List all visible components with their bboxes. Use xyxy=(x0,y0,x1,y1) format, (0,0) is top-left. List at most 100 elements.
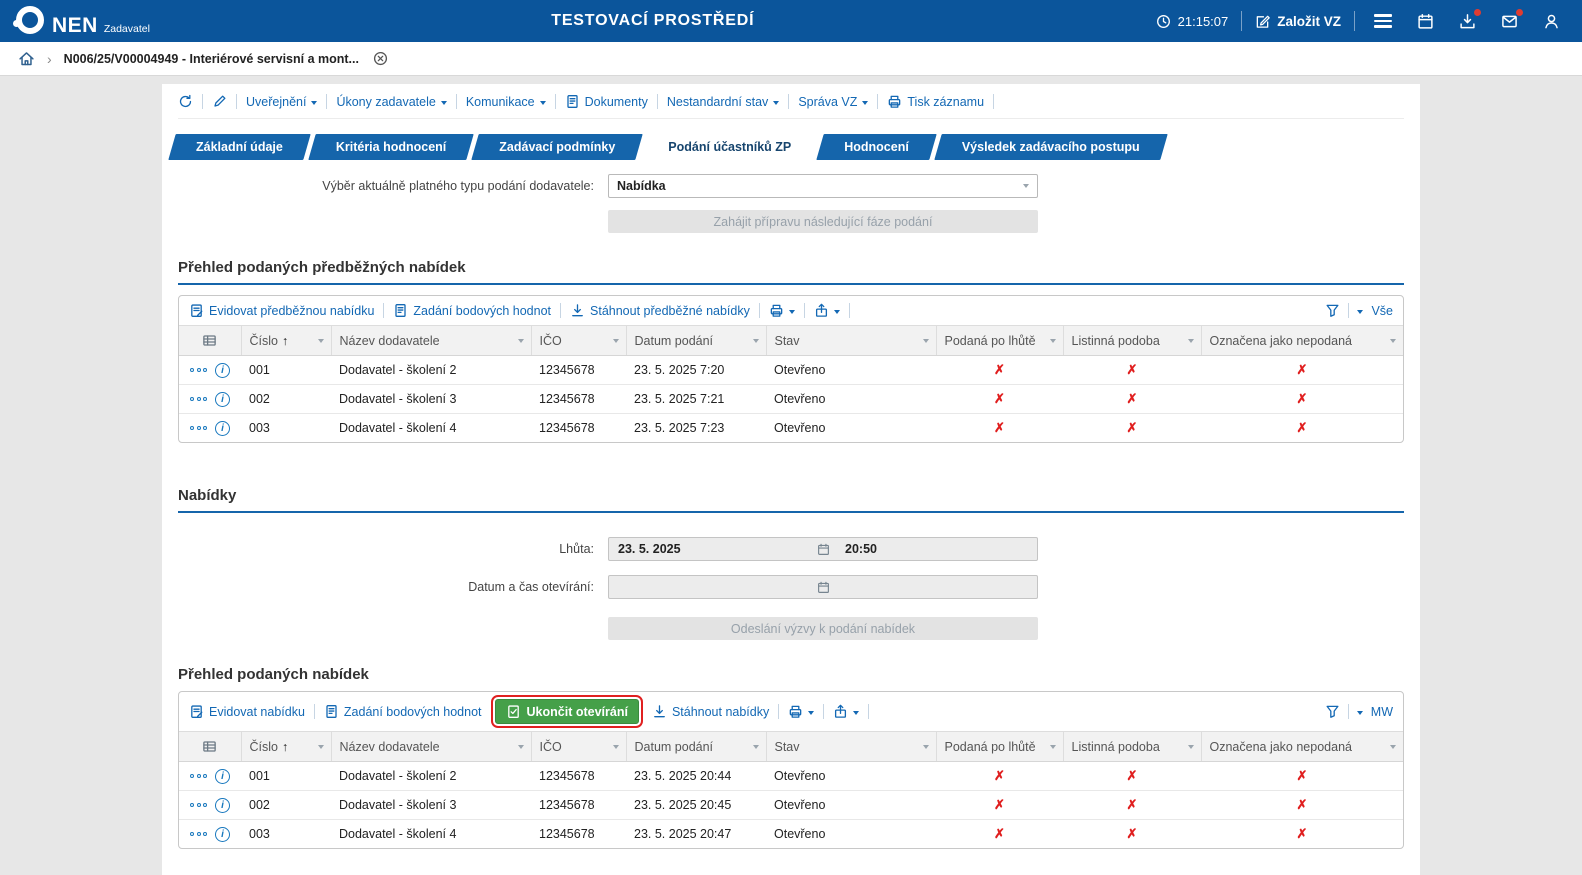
cell-not-submitted-flag: ✗ xyxy=(1296,826,1308,841)
info-icon[interactable]: i xyxy=(215,391,230,407)
messages-icon[interactable] xyxy=(1501,8,1523,30)
start-next-phase-button[interactable]: Zahájit přípravu následující fáze podání xyxy=(608,210,1038,233)
table-row[interactable]: i 002 Dodavatel - školení 3 12345678 23.… xyxy=(179,384,1403,414)
tab-vysledek-zadavaciho-postupu[interactable]: Výsledek zadávacího postupu xyxy=(938,134,1164,160)
col-header-podana-po-lhute[interactable]: Podaná po lhůtě xyxy=(935,325,1063,356)
export-button[interactable] xyxy=(814,303,840,318)
cell-supplier: Dodavatel - školení 4 xyxy=(339,827,457,841)
cell-not-submitted-flag: ✗ xyxy=(1201,384,1403,414)
col-header-cislo[interactable]: Číslo ↑ xyxy=(240,325,331,356)
cell-supplier: Dodavatel - školení 3 xyxy=(331,790,531,820)
tab-hodnoceni[interactable]: Hodnocení xyxy=(820,134,933,160)
info-icon[interactable]: i xyxy=(215,768,230,784)
col-header-nazev-dodavatele[interactable]: Název dodavatele xyxy=(330,731,531,762)
calendar-icon[interactable] xyxy=(810,581,836,594)
menu-icon[interactable] xyxy=(1374,14,1392,28)
col-header-ico[interactable]: IČO xyxy=(530,325,626,356)
view-filter-label[interactable]: MW xyxy=(1371,705,1393,719)
col-header-datum-podani[interactable]: Datum podání xyxy=(625,325,766,356)
row-menu-icon[interactable] xyxy=(190,774,207,778)
end-opening-button[interactable]: Ukončit otevírání xyxy=(494,699,639,724)
table-row[interactable]: i 001 Dodavatel - školení 2 12345678 23.… xyxy=(179,761,1403,791)
register-offer-button[interactable]: Evidovat nabídku xyxy=(189,704,305,719)
submission-type-select[interactable]: Nabídka xyxy=(608,174,1038,198)
menu-komunikace[interactable]: Komunikace xyxy=(466,95,546,109)
nen-logo[interactable]: NEN Zadavatel xyxy=(13,6,150,36)
table-row[interactable]: i 003 Dodavatel - školení 4 12345678 23.… xyxy=(179,414,1403,443)
chevron-down-icon xyxy=(1023,184,1029,188)
row-menu-icon[interactable] xyxy=(190,832,207,836)
divider xyxy=(1347,704,1349,719)
edit-icon[interactable] xyxy=(212,94,227,109)
row-menu-icon[interactable] xyxy=(190,368,207,372)
menu-sprava-vz[interactable]: Správa VZ xyxy=(798,95,869,109)
downloads-icon[interactable] xyxy=(1459,8,1481,30)
chevron-down-icon xyxy=(922,744,929,749)
col-header-stav[interactable]: Stav xyxy=(765,731,936,762)
close-tab-icon[interactable] xyxy=(373,51,388,66)
nen-logo-icon xyxy=(13,6,44,34)
history-icon[interactable] xyxy=(178,94,193,109)
filter-icon[interactable] xyxy=(1325,303,1340,318)
tab-podani-ucastniku-zp[interactable]: Podání účastníků ZP xyxy=(644,134,815,160)
user-icon[interactable] xyxy=(1543,13,1560,30)
home-icon[interactable] xyxy=(18,50,35,67)
col-header-oznacena-jako-nepodana[interactable]: Označena jako nepodaná xyxy=(1200,731,1403,762)
col-header-oznacena-jako-nepodana[interactable]: Označena jako nepodaná xyxy=(1200,325,1403,356)
print-button[interactable] xyxy=(769,303,795,318)
col-header-ico[interactable]: IČO xyxy=(530,731,626,762)
tab-zakladni-udaje[interactable]: Základní údaje xyxy=(172,134,307,160)
enter-score-values-button[interactable]: Zadání bodových hodnot xyxy=(324,704,482,719)
menu-tisk-zaznamu[interactable]: Tisk záznamu xyxy=(887,94,984,109)
chevron-down-icon xyxy=(752,744,759,749)
opening-datetime-field[interactable] xyxy=(608,575,1038,599)
register-prelim-offer-button[interactable]: Evidovat předběžnou nabídku xyxy=(189,303,374,318)
main-panel: Uveřejnění Úkony zadavatele Komunikace D… xyxy=(162,84,1420,875)
sort-asc-icon: ↑ xyxy=(281,333,289,348)
divider xyxy=(868,704,870,719)
deadline-time-value[interactable]: 20:50 xyxy=(836,542,1037,556)
info-icon[interactable]: i xyxy=(215,362,230,378)
calendar-icon[interactable] xyxy=(1417,13,1434,30)
chevron-down-icon xyxy=(317,744,324,749)
deadline-field[interactable]: 23. 5. 2025 20:50 xyxy=(608,537,1038,561)
row-menu-icon[interactable] xyxy=(190,426,207,430)
download-offers-button[interactable]: Stáhnout nabídky xyxy=(652,704,769,719)
info-icon[interactable]: i xyxy=(215,826,230,842)
col-header-datum-podani[interactable]: Datum podání xyxy=(625,731,766,762)
col-header-listinna-podoba[interactable]: Listinná podoba xyxy=(1062,325,1201,356)
create-vz-button[interactable]: Založit VZ xyxy=(1255,14,1341,29)
calendar-icon[interactable] xyxy=(810,543,836,556)
info-icon[interactable]: i xyxy=(215,797,230,813)
menu-nestandardni-stav[interactable]: Nestandardní stav xyxy=(667,95,780,109)
export-button[interactable] xyxy=(833,704,860,719)
chevron-down-icon xyxy=(1049,744,1056,749)
menu-ukony-zadavatele[interactable]: Úkony zadavatele xyxy=(336,95,447,109)
row-menu-icon[interactable] xyxy=(190,397,207,401)
table-row[interactable]: i 001 Dodavatel - školení 2 12345678 23.… xyxy=(179,355,1403,385)
tab-zadavaci-podminky[interactable]: Zadávací podmínky xyxy=(475,134,639,160)
deadline-date-value[interactable]: 23. 5. 2025 xyxy=(609,542,810,556)
menu-dokumenty[interactable]: Dokumenty xyxy=(565,94,648,109)
col-header-listinna-podoba[interactable]: Listinná podoba xyxy=(1062,731,1201,762)
filter-icon[interactable] xyxy=(1325,704,1340,719)
info-icon[interactable]: i xyxy=(215,420,230,436)
send-invitation-button[interactable]: Odeslání výzvy k podání nabídek xyxy=(608,617,1038,640)
col-header-stav[interactable]: Stav xyxy=(765,325,936,356)
column-settings-icon[interactable] xyxy=(179,325,241,356)
col-header-nazev-dodavatele[interactable]: Název dodavatele xyxy=(330,325,531,356)
table-row[interactable]: i 002 Dodavatel - školení 3 12345678 23.… xyxy=(179,790,1403,820)
row-menu-icon[interactable] xyxy=(190,803,207,807)
enter-score-values-button[interactable]: Zadání bodových hodnot xyxy=(393,303,551,318)
col-header-podana-po-lhute[interactable]: Podaná po lhůtě xyxy=(935,731,1063,762)
prelim-offers-card: Evidovat předběžnou nabídku Zadání bodov… xyxy=(178,295,1404,443)
breadcrumb-item[interactable]: N006/25/V00004949 - Interiérové servisní… xyxy=(64,52,359,66)
menu-uverejneni[interactable]: Uveřejnění xyxy=(246,95,318,109)
print-button[interactable] xyxy=(788,704,815,719)
download-prelim-offers-button[interactable]: Stáhnout předběžné nabídky xyxy=(570,303,750,318)
tab-kriteria-hodnoceni[interactable]: Kritéria hodnocení xyxy=(312,134,470,160)
view-filter-label[interactable]: Vše xyxy=(1371,304,1393,318)
column-settings-icon[interactable] xyxy=(179,731,241,762)
col-header-cislo[interactable]: Číslo ↑ xyxy=(240,731,331,762)
table-row[interactable]: i 003 Dodavatel - školení 4 12345678 23.… xyxy=(179,820,1403,849)
